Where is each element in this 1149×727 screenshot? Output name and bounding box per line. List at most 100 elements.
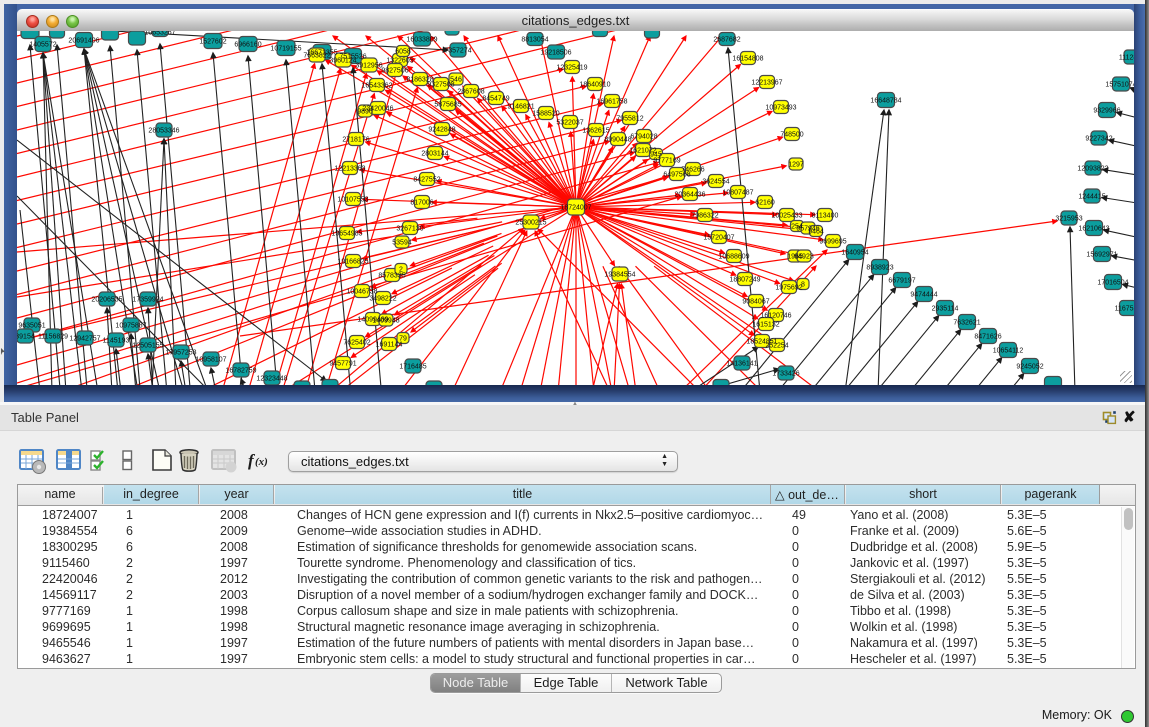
svg-text:9457791: 9457791 bbox=[329, 360, 356, 367]
svg-text:17016504: 17016504 bbox=[1097, 279, 1128, 286]
svg-text:16120746: 16120746 bbox=[760, 312, 791, 319]
svg-text:15720407: 15720407 bbox=[703, 234, 734, 241]
svg-text:5875685: 5875685 bbox=[434, 101, 461, 108]
svg-text:1640954: 1640954 bbox=[841, 249, 868, 256]
svg-text:1405572: 1405572 bbox=[29, 41, 56, 48]
svg-text:1588520: 1588520 bbox=[532, 110, 559, 117]
svg-text:25300215: 25300215 bbox=[515, 219, 546, 226]
svg-text:8471626: 8471626 bbox=[974, 333, 1001, 340]
svg-text:11156829: 11156829 bbox=[38, 333, 68, 340]
svg-text:17957253: 17957253 bbox=[165, 349, 196, 356]
svg-text:1362615: 1362615 bbox=[582, 127, 609, 134]
svg-text:(x): (x) bbox=[255, 456, 268, 468]
svg-text:12942757: 12942757 bbox=[69, 335, 100, 342]
svg-text:8427552: 8427552 bbox=[413, 176, 440, 183]
svg-text:53594: 53594 bbox=[392, 239, 412, 246]
svg-text:252254: 252254 bbox=[765, 342, 788, 349]
svg-text:14136141: 14136141 bbox=[726, 360, 757, 367]
svg-text:8454749: 8454749 bbox=[482, 95, 509, 102]
svg-text:6497568: 6497568 bbox=[663, 171, 690, 178]
svg-text:7357274: 7357274 bbox=[444, 47, 471, 54]
svg-text:8938923: 8938923 bbox=[866, 264, 893, 271]
svg-text:9474444: 9474444 bbox=[910, 291, 937, 298]
svg-text:16648784: 16648784 bbox=[870, 97, 901, 104]
svg-text:1297: 1297 bbox=[788, 161, 804, 168]
svg-text:16033809: 16033809 bbox=[406, 36, 437, 43]
svg-text:1615132: 1615132 bbox=[752, 321, 779, 328]
svg-text:748500: 748500 bbox=[780, 131, 803, 138]
svg-text:28053346: 28053346 bbox=[148, 127, 179, 134]
svg-text:10719155: 10719155 bbox=[270, 45, 301, 52]
svg-text:3624554: 3624554 bbox=[702, 178, 729, 185]
svg-text:10975887: 10975887 bbox=[115, 322, 146, 329]
svg-text:16154808: 16154808 bbox=[732, 55, 763, 62]
svg-text:16782759: 16782759 bbox=[225, 367, 256, 374]
svg-text:20364436: 20364436 bbox=[674, 191, 705, 198]
svg-text:16210643: 16210643 bbox=[1078, 225, 1109, 232]
svg-text:1112841: 1112841 bbox=[1119, 54, 1134, 61]
svg-text:6679197: 6679197 bbox=[888, 277, 915, 284]
svg-text:2803144: 2803144 bbox=[421, 150, 448, 157]
svg-text:2: 2 bbox=[399, 266, 403, 273]
svg-text:2718176: 2718176 bbox=[342, 136, 369, 143]
svg-text:2867608: 2867608 bbox=[457, 88, 484, 95]
svg-text:10807487: 10807487 bbox=[722, 189, 753, 196]
svg-text:18807249: 18807249 bbox=[729, 276, 760, 283]
svg-text:17359924: 17359924 bbox=[132, 296, 163, 303]
svg-text:12505155: 12505155 bbox=[132, 342, 163, 349]
svg-text:79: 79 bbox=[399, 335, 407, 342]
svg-text:3960124: 3960124 bbox=[329, 57, 356, 64]
svg-text:9827506: 9827506 bbox=[381, 67, 408, 74]
svg-text:10025433: 10025433 bbox=[771, 212, 802, 219]
svg-text:1691144: 1691144 bbox=[376, 341, 403, 348]
svg-text:12093822: 12093822 bbox=[1077, 165, 1108, 172]
svg-text:3912956: 3912956 bbox=[355, 62, 382, 69]
svg-text:10653267: 10653267 bbox=[144, 31, 175, 36]
svg-text:19166825: 19166825 bbox=[337, 258, 368, 265]
svg-text:16961758: 16961758 bbox=[596, 98, 627, 105]
svg-text:2935114: 2935114 bbox=[932, 305, 959, 312]
svg-text:12323448: 12323448 bbox=[256, 375, 287, 382]
svg-text:8113400: 8113400 bbox=[812, 212, 839, 219]
svg-text:1322605: 1322605 bbox=[386, 57, 413, 64]
svg-text:9245052: 9245052 bbox=[1016, 363, 1043, 370]
svg-text:10958107: 10958107 bbox=[195, 356, 226, 363]
svg-text:7955812: 7955812 bbox=[616, 115, 643, 122]
svg-text:19654985: 19654985 bbox=[331, 230, 362, 237]
svg-text:1527602: 1527602 bbox=[199, 38, 226, 45]
svg-text:8990448: 8990448 bbox=[604, 136, 631, 143]
svg-text:546: 546 bbox=[450, 76, 462, 83]
svg-text:9146821: 9146821 bbox=[507, 103, 534, 110]
svg-text:1409948: 1409948 bbox=[372, 317, 399, 324]
svg-text:16543362: 16543362 bbox=[361, 82, 392, 89]
svg-text:8: 8 bbox=[801, 281, 805, 288]
svg-text:18724007: 18724007 bbox=[560, 204, 591, 211]
svg-text:12213363: 12213363 bbox=[334, 165, 365, 172]
svg-text:9464: 9464 bbox=[808, 228, 824, 235]
svg-text:3215953: 3215953 bbox=[1055, 215, 1082, 222]
svg-text:6058: 6058 bbox=[395, 48, 411, 55]
svg-text:8813054: 8813054 bbox=[521, 36, 548, 43]
svg-text:10688609: 10688609 bbox=[718, 253, 749, 260]
svg-text:7986322: 7986322 bbox=[691, 212, 718, 219]
svg-text:7625402: 7625402 bbox=[343, 339, 370, 346]
svg-text:20691406: 20691406 bbox=[68, 37, 99, 44]
svg-text:9777169: 9777169 bbox=[653, 157, 680, 164]
svg-text:62160: 62160 bbox=[755, 199, 775, 206]
svg-text:1167533: 1167533 bbox=[1115, 305, 1134, 312]
svg-text:9084067: 9084067 bbox=[742, 298, 769, 305]
svg-text:20206535: 20206535 bbox=[91, 296, 122, 303]
svg-text:1244415: 1244415 bbox=[1078, 193, 1105, 200]
svg-text:9896: 9896 bbox=[357, 108, 373, 115]
svg-text:18640910: 18640910 bbox=[579, 81, 610, 88]
svg-text:19218506: 19218506 bbox=[540, 49, 571, 56]
svg-text:6794028: 6794028 bbox=[630, 133, 657, 140]
svg-text:12325419: 12325419 bbox=[556, 64, 587, 71]
svg-text:94923: 94923 bbox=[794, 253, 814, 260]
svg-text:2687682: 2687682 bbox=[713, 36, 740, 43]
svg-text:7632621: 7632621 bbox=[953, 319, 980, 326]
svg-text:10107553: 10107553 bbox=[337, 196, 368, 203]
svg-text:8578335: 8578335 bbox=[378, 272, 405, 279]
svg-text:7663822: 7663822 bbox=[303, 52, 330, 59]
svg-text:1975692: 1975692 bbox=[775, 284, 802, 291]
